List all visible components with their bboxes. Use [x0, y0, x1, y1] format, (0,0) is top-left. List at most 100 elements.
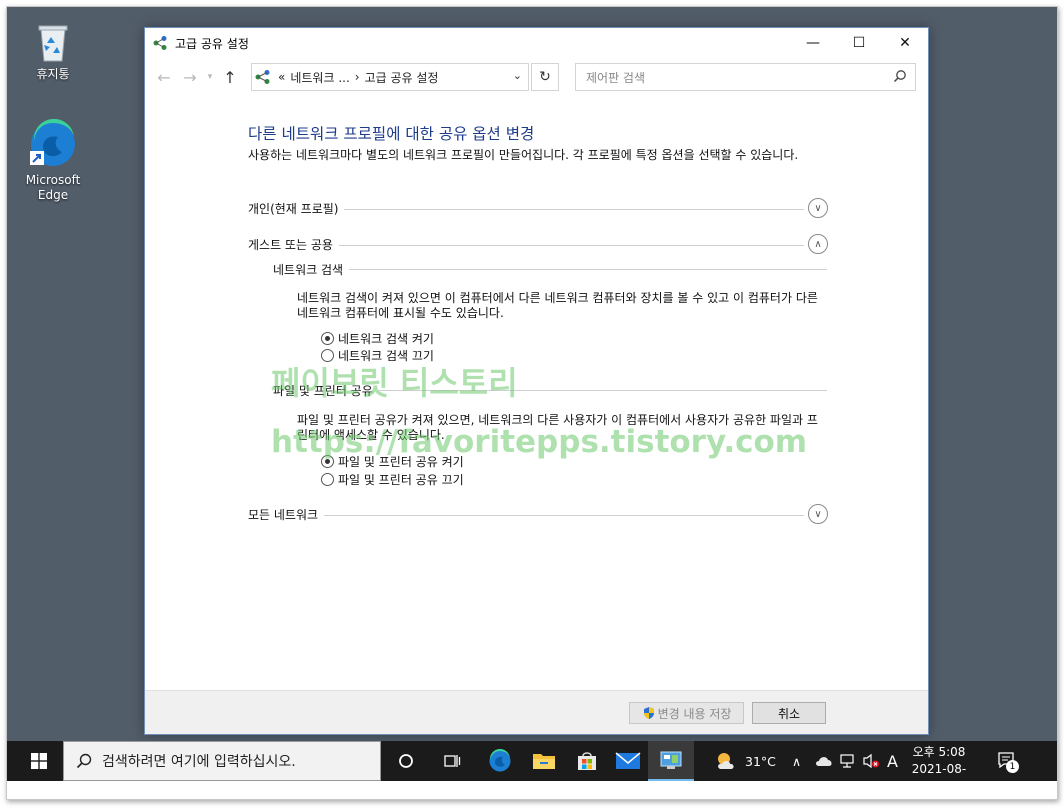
taskbar: 검색하려면 여기에 입력하십시오. 31°C ∧ A 오후 5:08 2021-… — [7, 741, 1057, 793]
input-method-indicator[interactable]: A — [887, 741, 898, 781]
chevron-up-icon: ∧ — [814, 238, 822, 250]
minimize-button[interactable]: — — [790, 28, 836, 58]
taskbar-edge[interactable] — [477, 741, 523, 781]
cortana-button[interactable] — [383, 741, 429, 781]
breadcrumb-current[interactable]: 고급 공유 설정 — [365, 69, 439, 86]
breadcrumb-separator[interactable]: › — [355, 70, 360, 84]
notification-count-badge: 1 — [1006, 760, 1019, 773]
section-all-networks[interactable]: 모든 네트워크 ∨ — [248, 504, 828, 524]
section-private[interactable]: 개인(현재 프로필) ∨ — [248, 198, 828, 218]
forward-button[interactable]: → — [177, 64, 203, 90]
radio-button[interactable] — [321, 473, 334, 486]
page-description: 사용하는 네트워크마다 별도의 네트워크 프로필이 만들어집니다. 각 프로필에… — [248, 148, 799, 162]
section-label: 게스트 또는 공용 — [248, 236, 339, 253]
desktop-icon-edge[interactable]: Microsoft Edge — [15, 118, 91, 203]
weather-widget[interactable]: 31°C — [715, 741, 776, 781]
file-sharing-description: 파일 및 프린터 공유가 켜져 있으면, 네트워크의 다른 사용자가 이 컴퓨터… — [297, 413, 818, 442]
chevron-down-icon: ▾ — [207, 72, 213, 82]
bottom-margin — [7, 781, 1057, 799]
edge-icon — [489, 749, 511, 772]
taskbar-control-panel[interactable] — [648, 741, 694, 781]
window-title: 고급 공유 설정 — [175, 36, 249, 51]
control-panel-icon — [660, 751, 682, 769]
taskbar-mail[interactable] — [605, 741, 651, 781]
divider — [248, 515, 804, 516]
search-icon — [76, 753, 92, 769]
radio-button[interactable] — [321, 332, 334, 345]
chevron-down-icon: ∨ — [814, 508, 822, 520]
title-bar[interactable]: 고급 공유 설정 — ☐ ✕ — [145, 28, 928, 58]
search-box[interactable]: 제어판 검색 — [575, 63, 916, 91]
task-view-icon — [444, 755, 461, 767]
start-button[interactable] — [15, 741, 63, 781]
volume-tray[interactable] — [862, 741, 880, 781]
network-wired-icon — [840, 754, 854, 768]
section-label: 모든 네트워크 — [248, 506, 325, 523]
subsection-network-discovery: 네트워크 검색 — [273, 261, 827, 278]
radio-label: 네트워크 검색 켜기 — [338, 332, 434, 346]
section-guest[interactable]: 게스트 또는 공용 ∧ — [248, 234, 828, 254]
cancel-label: 취소 — [777, 706, 801, 721]
subsection-label: 네트워크 검색 — [273, 261, 350, 278]
content-area: 다른 네트워크 프로필에 대한 공유 옵션 변경 사용하는 네트워크마다 별도의… — [145, 96, 928, 692]
edge-icon — [28, 118, 78, 169]
radio-network-discovery-off[interactable]: 네트워크 검색 끄기 — [321, 347, 434, 364]
divider — [273, 269, 827, 270]
clock-time: 오후 5:08 — [912, 745, 966, 759]
up-button[interactable]: ↑ — [217, 64, 243, 90]
search-icon — [893, 70, 906, 83]
arrow-up-icon: ↑ — [223, 67, 237, 87]
maximize-button[interactable]: ☐ — [836, 28, 882, 58]
refresh-icon: ↻ — [539, 69, 551, 85]
search-input[interactable]: 제어판 검색 — [586, 69, 645, 86]
folder-icon — [533, 754, 555, 769]
radio-button[interactable] — [321, 455, 334, 468]
radio-network-discovery-on[interactable]: 네트워크 검색 켜기 — [321, 330, 434, 347]
section-label: 개인(현재 프로필) — [248, 200, 345, 217]
task-view-button[interactable] — [429, 741, 475, 781]
taskbar-search-input[interactable]: 검색하려면 여기에 입력하십시오. — [102, 751, 296, 771]
page-title: 다른 네트워크 프로필에 대한 공유 옵션 변경 — [248, 125, 535, 143]
expand-button[interactable]: ∨ — [808, 504, 828, 524]
ime-label: A — [887, 751, 898, 771]
address-bar[interactable]: « 네트워크 ... › 고급 공유 설정 ⌄ — [251, 63, 529, 91]
close-icon: ✕ — [899, 35, 911, 51]
back-button[interactable]: ← — [151, 64, 177, 90]
radio-button[interactable] — [321, 349, 334, 362]
store-icon — [578, 752, 596, 770]
cortana-icon — [399, 754, 413, 768]
desktop-icon-label: Edge — [37, 188, 69, 202]
refresh-button[interactable]: ↻ — [531, 63, 559, 91]
radio-label: 네트워크 검색 끄기 — [338, 349, 434, 363]
recent-locations-button[interactable]: ▾ — [203, 64, 217, 90]
desktop-icon-label: Microsoft — [25, 173, 81, 187]
expand-button[interactable]: ∨ — [808, 198, 828, 218]
action-center-button[interactable]: 1 — [997, 741, 1019, 781]
mail-icon — [615, 752, 641, 769]
screenshot-frame: 휴지통 Microsoft Edge 고급 공유 설정 — ☐ ✕ ← → ▾ … — [6, 6, 1058, 800]
desktop-icon-label: 휴지통 — [36, 67, 70, 81]
dialog-footer: 변경 내용 저장 취소 — [145, 690, 928, 734]
radio-file-sharing-on[interactable]: 파일 및 프린터 공유 켜기 — [321, 453, 464, 470]
taskbar-store[interactable] — [564, 741, 610, 781]
breadcrumb-overflow[interactable]: « — [278, 70, 285, 84]
breadcrumb-network[interactable]: 네트워크 ... — [290, 69, 349, 86]
show-hidden-icons-button[interactable]: ∧ — [792, 741, 801, 781]
save-changes-button[interactable]: 변경 내용 저장 — [629, 702, 744, 724]
cancel-button[interactable]: 취소 — [752, 702, 826, 724]
network-icon — [153, 36, 167, 50]
radio-file-sharing-off[interactable]: 파일 및 프린터 공유 끄기 — [321, 471, 464, 488]
taskbar-search[interactable]: 검색하려면 여기에 입력하십시오. — [63, 741, 381, 781]
chevron-down-icon[interactable]: ⌄ — [513, 69, 522, 82]
desktop-icon-recycle-bin[interactable]: 휴지통 — [15, 21, 91, 82]
maximize-icon: ☐ — [852, 35, 866, 51]
taskbar-file-explorer[interactable] — [521, 741, 567, 781]
close-button[interactable]: ✕ — [882, 28, 928, 58]
chevron-up-icon: ∧ — [792, 753, 802, 769]
advanced-sharing-window: 고급 공유 설정 — ☐ ✕ ← → ▾ ↑ « 네트워크 ... › 고급 공… — [144, 27, 929, 735]
network-tray[interactable] — [838, 741, 856, 781]
subsection-label: 파일 및 프린터 공유 — [273, 382, 379, 399]
onedrive-tray[interactable] — [815, 741, 833, 781]
collapse-button[interactable]: ∧ — [808, 234, 828, 254]
minimize-icon: — — [806, 35, 820, 51]
